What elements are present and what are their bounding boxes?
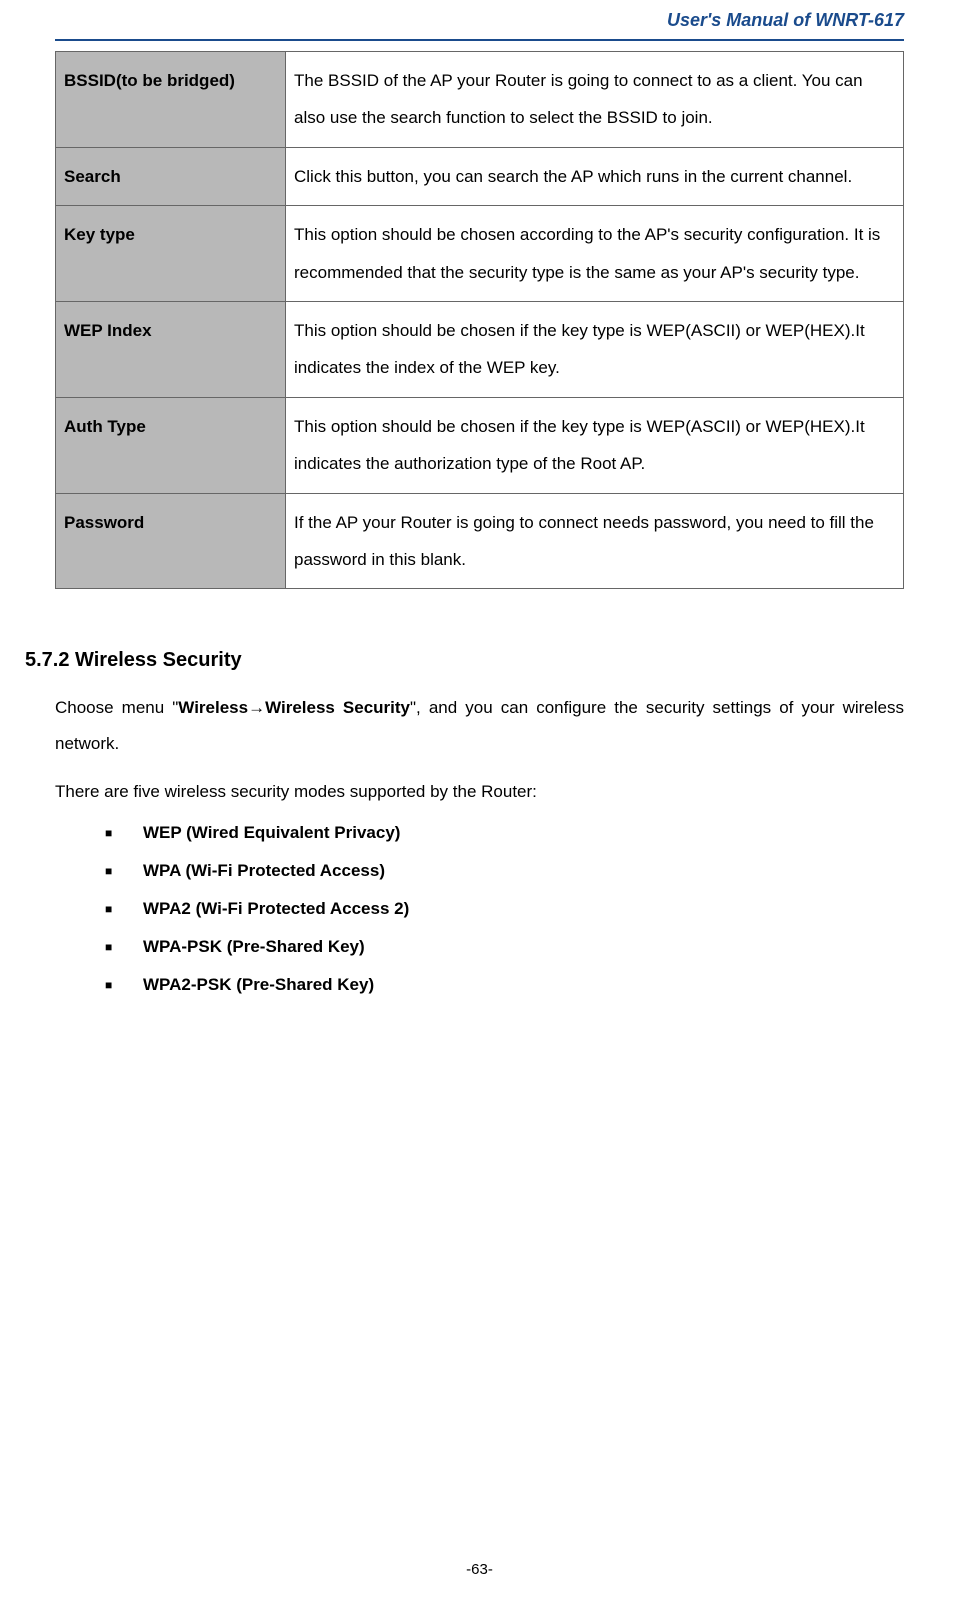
- row-desc: This option should be chosen if the key …: [286, 301, 904, 397]
- intro-prefix: Choose menu ": [55, 698, 178, 717]
- list-item: WPA-PSK (Pre-Shared Key): [105, 937, 904, 957]
- table-row: Key type This option should be chosen ac…: [56, 206, 904, 302]
- table-row: WEP Index This option should be chosen i…: [56, 301, 904, 397]
- row-desc: This option should be chosen if the key …: [286, 397, 904, 493]
- arrow-icon: →: [248, 698, 265, 717]
- row-label: WEP Index: [56, 301, 286, 397]
- row-desc: The BSSID of the AP your Router is going…: [286, 52, 904, 148]
- list-item: WPA2-PSK (Pre-Shared Key): [105, 975, 904, 995]
- row-label: Password: [56, 493, 286, 589]
- row-desc: If the AP your Router is going to connec…: [286, 493, 904, 589]
- row-label: Search: [56, 147, 286, 205]
- list-item: WPA2 (Wi-Fi Protected Access 2): [105, 899, 904, 919]
- intro-bold-security: Wireless Security: [265, 698, 410, 717]
- row-label: BSSID(to be bridged): [56, 52, 286, 148]
- row-desc: This option should be chosen according t…: [286, 206, 904, 302]
- table-row: Password If the AP your Router is going …: [56, 493, 904, 589]
- spec-table: BSSID(to be bridged) The BSSID of the AP…: [55, 51, 904, 589]
- list-item: WPA (Wi-Fi Protected Access): [105, 861, 904, 881]
- row-label: Auth Type: [56, 397, 286, 493]
- page-header: User's Manual of WNRT-617: [55, 0, 904, 41]
- row-desc: Click this button, you can search the AP…: [286, 147, 904, 205]
- table-row: Auth Type This option should be chosen i…: [56, 397, 904, 493]
- modes-intro: There are five wireless security modes s…: [55, 774, 904, 810]
- table-row: BSSID(to be bridged) The BSSID of the AP…: [56, 52, 904, 148]
- intro-bold-wireless: Wireless: [178, 698, 248, 717]
- intro-paragraph: Choose menu "Wireless→Wireless Security"…: [55, 690, 904, 761]
- row-label: Key type: [56, 206, 286, 302]
- modes-list: WEP (Wired Equivalent Privacy) WPA (Wi-F…: [55, 823, 904, 995]
- table-row: Search Click this button, you can search…: [56, 147, 904, 205]
- section-heading: 5.7.2 Wireless Security: [25, 649, 904, 672]
- list-item: WEP (Wired Equivalent Privacy): [105, 823, 904, 843]
- page-number: -63-: [0, 1561, 959, 1578]
- header-title: User's Manual of WNRT-617: [667, 10, 904, 30]
